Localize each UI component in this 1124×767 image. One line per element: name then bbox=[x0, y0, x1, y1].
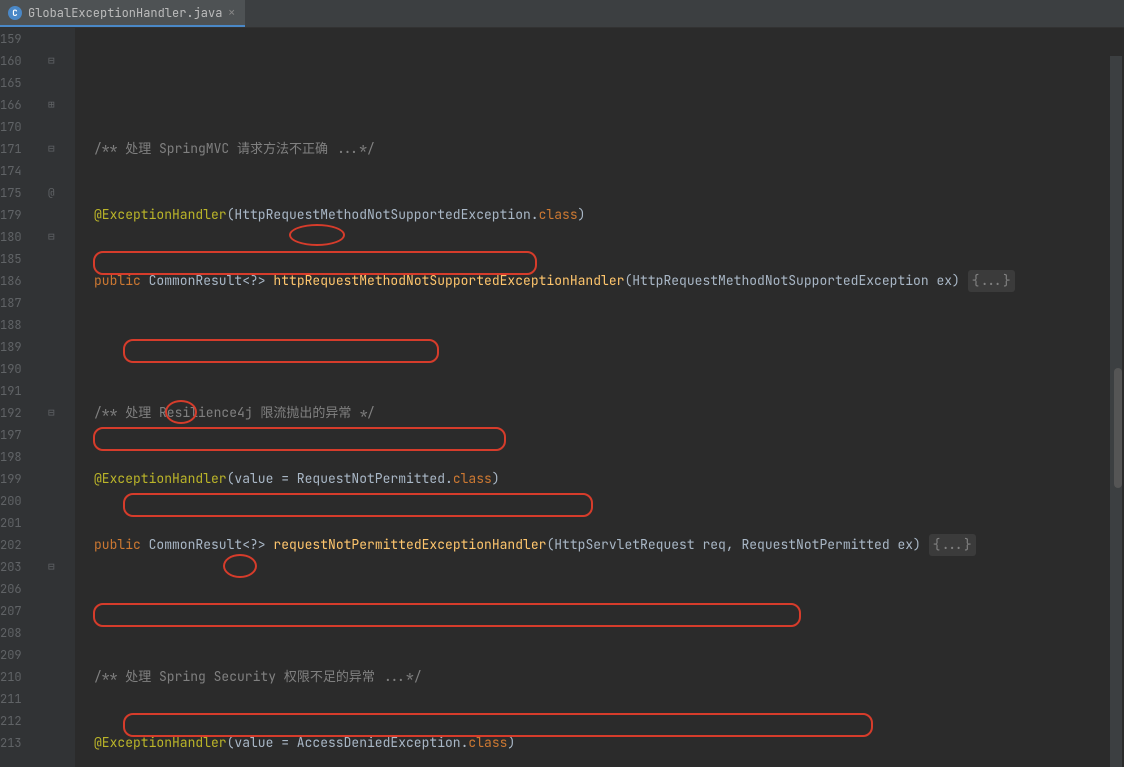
line-number: 174 bbox=[0, 160, 38, 182]
fold-gutter: ⊟ ⊞ ⊟ @ ⊟ ⊟ ⊟ bbox=[48, 28, 76, 767]
code-line: @ExceptionHandler(HttpRequestMethodNotSu… bbox=[94, 204, 1124, 226]
line-number: 211 bbox=[0, 688, 38, 710]
fold-mark[interactable]: ⊟ bbox=[48, 138, 75, 160]
fold-mark[interactable] bbox=[48, 358, 75, 380]
code-line: /** 处理 Resilience4j 限流抛出的异常 */ bbox=[94, 402, 1124, 424]
code-line: @ExceptionHandler(value = AccessDeniedEx… bbox=[94, 732, 1124, 754]
fold-mark[interactable] bbox=[48, 160, 75, 182]
tab-filename: GlobalExceptionHandler.java bbox=[28, 5, 222, 21]
code-line: public CommonResult<?> httpRequestMethod… bbox=[94, 270, 1124, 292]
fold-mark[interactable] bbox=[48, 512, 75, 534]
code-line bbox=[94, 600, 1124, 622]
code-editor[interactable]: 159 160 165 166 170 171 174 175 179 180 … bbox=[0, 28, 1124, 767]
fold-mark[interactable] bbox=[48, 688, 75, 710]
fold-mark[interactable] bbox=[48, 314, 75, 336]
fold-mark[interactable] bbox=[48, 380, 75, 402]
fold-mark[interactable]: ⊟ bbox=[48, 226, 75, 248]
line-number: 187 bbox=[0, 292, 38, 314]
fold-mark[interactable] bbox=[48, 292, 75, 314]
line-number: 202 bbox=[0, 534, 38, 556]
line-number: 192 bbox=[0, 402, 38, 424]
fold-mark[interactable] bbox=[48, 666, 75, 688]
line-number: 189 bbox=[0, 336, 38, 358]
line-number: 212 bbox=[0, 710, 38, 732]
line-number: 190 bbox=[0, 358, 38, 380]
line-number: 210 bbox=[0, 666, 38, 688]
fold-placeholder[interactable]: {...} bbox=[968, 270, 1015, 292]
close-icon[interactable]: ✕ bbox=[228, 6, 235, 20]
line-number: 175 bbox=[0, 182, 38, 204]
line-number: 165 bbox=[0, 72, 38, 94]
line-number: 191 bbox=[0, 380, 38, 402]
fold-mark[interactable] bbox=[48, 732, 75, 754]
line-number: 185 bbox=[0, 248, 38, 270]
line-number: 199 bbox=[0, 468, 38, 490]
line-number: 159 bbox=[0, 28, 38, 50]
line-number: 206 bbox=[0, 578, 38, 600]
line-number: 203 bbox=[0, 556, 38, 578]
fold-mark[interactable] bbox=[48, 204, 75, 226]
override-mark[interactable]: @ bbox=[48, 182, 75, 204]
fold-mark[interactable] bbox=[48, 578, 75, 600]
fold-mark[interactable] bbox=[48, 28, 75, 50]
fold-mark[interactable] bbox=[48, 424, 75, 446]
code-line bbox=[94, 72, 1124, 94]
line-number: 201 bbox=[0, 512, 38, 534]
line-number: 200 bbox=[0, 490, 38, 512]
fold-mark[interactable] bbox=[48, 534, 75, 556]
line-number: 188 bbox=[0, 314, 38, 336]
line-number: 198 bbox=[0, 446, 38, 468]
editor-tab[interactable]: C GlobalExceptionHandler.java ✕ bbox=[0, 0, 245, 27]
line-number: 208 bbox=[0, 622, 38, 644]
fold-mark[interactable]: ⊟ bbox=[48, 402, 75, 424]
line-number: 186 bbox=[0, 270, 38, 292]
fold-mark[interactable] bbox=[48, 336, 75, 358]
fold-mark[interactable] bbox=[48, 72, 75, 94]
fold-mark[interactable] bbox=[48, 248, 75, 270]
fold-mark[interactable] bbox=[48, 622, 75, 644]
code-area[interactable]: /** 处理 SpringMVC 请求方法不正确 ...*/ @Exceptio… bbox=[76, 28, 1124, 767]
line-number-gutter: 159 160 165 166 170 171 174 175 179 180 … bbox=[0, 28, 48, 767]
fold-mark[interactable] bbox=[48, 644, 75, 666]
fold-mark[interactable] bbox=[48, 270, 75, 292]
fold-mark[interactable] bbox=[48, 446, 75, 468]
line-number: 213 bbox=[0, 732, 38, 754]
code-line: /** 处理 SpringMVC 请求方法不正确 ...*/ bbox=[94, 138, 1124, 160]
line-number: 171 bbox=[0, 138, 38, 160]
line-number: 160 bbox=[0, 50, 38, 72]
line-number: 179 bbox=[0, 204, 38, 226]
fold-mark[interactable]: ⊟ bbox=[48, 556, 75, 578]
fold-mark[interactable] bbox=[48, 468, 75, 490]
fold-mark[interactable] bbox=[48, 116, 75, 138]
tab-bar: C GlobalExceptionHandler.java ✕ bbox=[0, 0, 1124, 28]
code-line: public CommonResult<?> requestNotPermitt… bbox=[94, 534, 1124, 556]
fold-mark[interactable] bbox=[48, 490, 75, 512]
scrollbar-thumb[interactable] bbox=[1114, 368, 1122, 488]
java-class-icon: C bbox=[8, 6, 22, 20]
line-number: 166 bbox=[0, 94, 38, 116]
fold-mark[interactable]: ⊟ bbox=[48, 50, 75, 72]
fold-mark[interactable]: ⊞ bbox=[48, 94, 75, 116]
line-number: 197 bbox=[0, 424, 38, 446]
fold-placeholder[interactable]: {...} bbox=[929, 534, 976, 556]
line-number: 170 bbox=[0, 116, 38, 138]
line-number: 180 bbox=[0, 226, 38, 248]
fold-mark[interactable] bbox=[48, 710, 75, 732]
line-number: 209 bbox=[0, 644, 38, 666]
code-line: @ExceptionHandler(value = RequestNotPerm… bbox=[94, 468, 1124, 490]
code-line: /** 处理 Spring Security 权限不足的异常 ...*/ bbox=[94, 666, 1124, 688]
code-line bbox=[94, 336, 1124, 358]
fold-mark[interactable] bbox=[48, 600, 75, 622]
line-number: 207 bbox=[0, 600, 38, 622]
